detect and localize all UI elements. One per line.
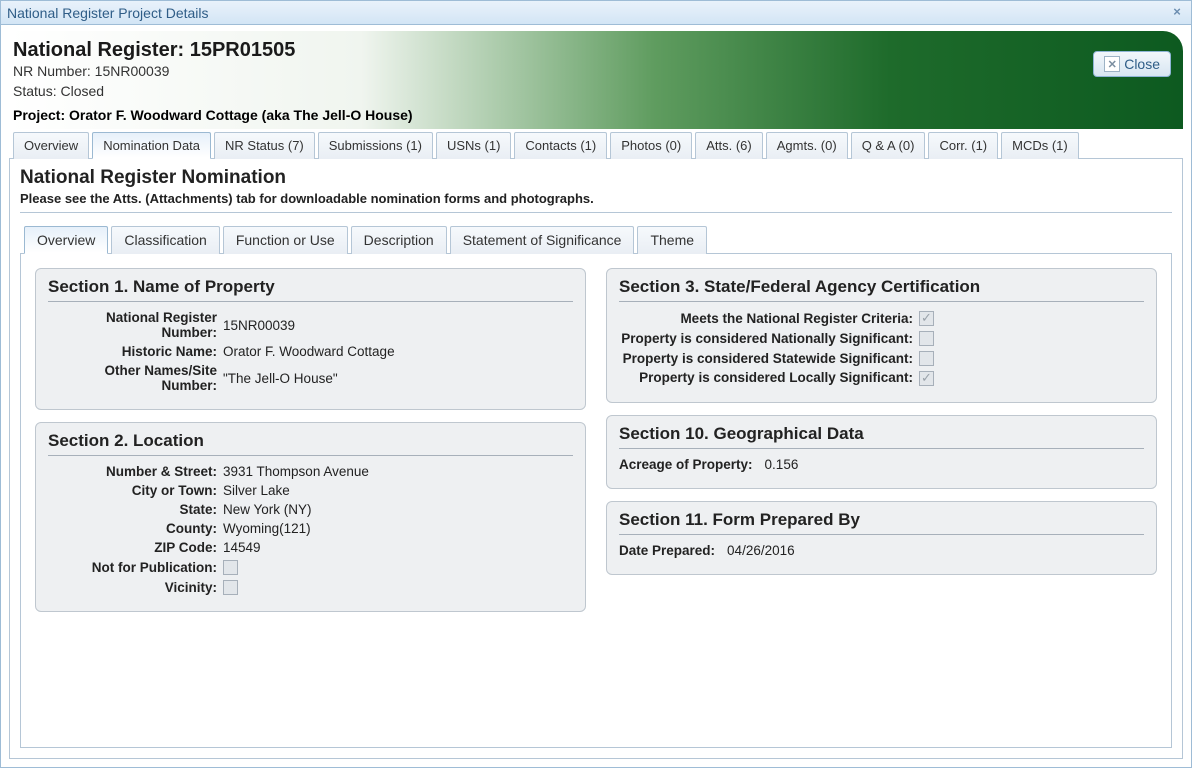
label-nationally: Property is considered Nationally Signif… — [619, 331, 919, 346]
tab-agmts[interactable]: Agmts. (0) — [766, 132, 848, 159]
sub-tab-panel: Section 1. Name of Property National Reg… — [20, 253, 1172, 748]
kv-not-for-pub: Not for Publication: — [48, 559, 573, 575]
tab-nr-status[interactable]: NR Status (7) — [214, 132, 315, 159]
window-title: National Register Project Details — [7, 5, 1169, 21]
section-1-title: Section 1. Name of Property — [48, 277, 573, 302]
kv-zip: ZIP Code: 14549 — [48, 540, 573, 555]
window-close-icon[interactable]: × — [1169, 5, 1185, 21]
status-line: Status: Closed — [13, 82, 1179, 102]
value-state: New York (NY) — [223, 502, 573, 517]
kv-other-names: Other Names/Site Number: "The Jell-O Hou… — [48, 363, 573, 393]
tab-overview[interactable]: Overview — [13, 132, 89, 159]
tab-corr[interactable]: Corr. (1) — [928, 132, 998, 159]
section-3: Section 3. State/Federal Agency Certific… — [606, 268, 1157, 403]
label-nrn: National Register Number: — [48, 310, 223, 340]
section-2: Section 2. Location Number & Street: 393… — [35, 422, 586, 612]
kv-street: Number & Street: 3931 Thompson Avenue — [48, 464, 573, 479]
value-zip: 14549 — [223, 540, 573, 555]
nomination-heading: National Register Nomination Please see … — [20, 167, 1172, 213]
subtab-overview[interactable]: Overview — [24, 226, 108, 254]
kv-state: State: New York (NY) — [48, 502, 573, 517]
label-zip: ZIP Code: — [48, 540, 223, 555]
tab-nomination-data[interactable]: Nomination Data — [92, 132, 211, 159]
label-statewide: Property is considered Statewide Signifi… — [619, 351, 919, 366]
tab-submissions[interactable]: Submissions (1) — [318, 132, 433, 159]
kv-vicinity: Vicinity: — [48, 579, 573, 595]
tab-mcds[interactable]: MCDs (1) — [1001, 132, 1079, 159]
tab-usns[interactable]: USNs (1) — [436, 132, 511, 159]
checkbox-vicinity[interactable] — [223, 580, 238, 595]
value-acreage: 0.156 — [759, 457, 1144, 472]
left-column: Section 1. Name of Property National Reg… — [35, 268, 586, 733]
checkbox-statewide[interactable] — [919, 351, 934, 366]
label-not-for-pub: Not for Publication: — [48, 560, 223, 575]
checkbox-not-for-pub[interactable] — [223, 560, 238, 575]
tab-contacts[interactable]: Contacts (1) — [514, 132, 607, 159]
main-tab-strip: Overview Nomination Data NR Status (7) S… — [9, 131, 1183, 158]
kv-locally: Property is considered Locally Significa… — [619, 370, 1144, 386]
label-historic-name: Historic Name: — [48, 344, 223, 359]
label-other-names: Other Names/Site Number: — [48, 363, 223, 393]
checkbox-nationally[interactable] — [919, 331, 934, 346]
section-1: Section 1. Name of Property National Reg… — [35, 268, 586, 410]
value-historic-name: Orator F. Woodward Cottage — [223, 344, 573, 359]
subtab-function[interactable]: Function or Use — [223, 226, 348, 254]
subtab-description[interactable]: Description — [351, 226, 447, 254]
value-other-names: "The Jell-O House" — [223, 371, 573, 386]
label-date-prepared: Date Prepared: — [619, 543, 721, 558]
label-state: State: — [48, 502, 223, 517]
section-10: Section 10. Geographical Data Acreage of… — [606, 415, 1157, 489]
label-street: Number & Street: — [48, 464, 223, 479]
value-date-prepared: 04/26/2016 — [721, 543, 1144, 558]
kv-nrn: National Register Number: 15NR00039 — [48, 310, 573, 340]
main-tab-panel: National Register Nomination Please see … — [9, 158, 1183, 759]
section-2-title: Section 2. Location — [48, 431, 573, 456]
subtab-theme[interactable]: Theme — [637, 226, 707, 254]
sub-tab-strip: Overview Classification Function or Use … — [20, 225, 1172, 253]
kv-county: County: Wyoming(121) — [48, 521, 573, 536]
right-column: Section 3. State/Federal Agency Certific… — [606, 268, 1157, 733]
section-11-title: Section 11. Form Prepared By — [619, 510, 1144, 535]
section-11: Section 11. Form Prepared By Date Prepar… — [606, 501, 1157, 575]
page-title: National Register: 15PR01505 — [13, 39, 1179, 62]
kv-date-prepared: Date Prepared: 04/26/2016 — [619, 543, 1144, 558]
label-county: County: — [48, 521, 223, 536]
app-window: National Register Project Details × Nati… — [0, 0, 1192, 768]
kv-historic-name: Historic Name: Orator F. Woodward Cottag… — [48, 344, 573, 359]
label-locally: Property is considered Locally Significa… — [619, 370, 919, 385]
label-criteria: Meets the National Register Criteria: — [619, 311, 919, 326]
value-nrn: 15NR00039 — [223, 318, 573, 333]
subtab-classification[interactable]: Classification — [111, 226, 219, 254]
tab-qa[interactable]: Q & A (0) — [851, 132, 926, 159]
checkbox-criteria[interactable] — [919, 311, 934, 326]
value-city: Silver Lake — [223, 483, 573, 498]
nr-number-line: NR Number: 15NR00039 — [13, 62, 1179, 82]
window-body: National Register: 15PR01505 NR Number: … — [1, 25, 1191, 767]
subtab-significance[interactable]: Statement of Significance — [450, 226, 635, 254]
project-line: Project: Orator F. Woodward Cottage (aka… — [13, 107, 1179, 123]
kv-criteria: Meets the National Register Criteria: — [619, 310, 1144, 326]
close-icon: ✕ — [1104, 56, 1120, 72]
value-county: Wyoming(121) — [223, 521, 573, 536]
section-10-title: Section 10. Geographical Data — [619, 424, 1144, 449]
checkbox-locally[interactable] — [919, 371, 934, 386]
label-acreage: Acreage of Property: — [619, 457, 759, 472]
section-3-title: Section 3. State/Federal Agency Certific… — [619, 277, 1144, 302]
label-city: City or Town: — [48, 483, 223, 498]
value-street: 3931 Thompson Avenue — [223, 464, 573, 479]
kv-city: City or Town: Silver Lake — [48, 483, 573, 498]
nomination-title: National Register Nomination — [20, 167, 1172, 189]
tab-photos[interactable]: Photos (0) — [610, 132, 692, 159]
kv-statewide: Property is considered Statewide Signifi… — [619, 350, 1144, 366]
header-band: National Register: 15PR01505 NR Number: … — [9, 31, 1183, 129]
kv-acreage: Acreage of Property: 0.156 — [619, 457, 1144, 472]
close-button-label: Close — [1124, 56, 1160, 72]
titlebar: National Register Project Details × — [1, 1, 1191, 25]
tab-atts[interactable]: Atts. (6) — [695, 132, 763, 159]
label-vicinity: Vicinity: — [48, 580, 223, 595]
close-button[interactable]: ✕ Close — [1093, 51, 1171, 77]
kv-nationally: Property is considered Nationally Signif… — [619, 330, 1144, 346]
nomination-note: Please see the Atts. (Attachments) tab f… — [20, 191, 1172, 206]
